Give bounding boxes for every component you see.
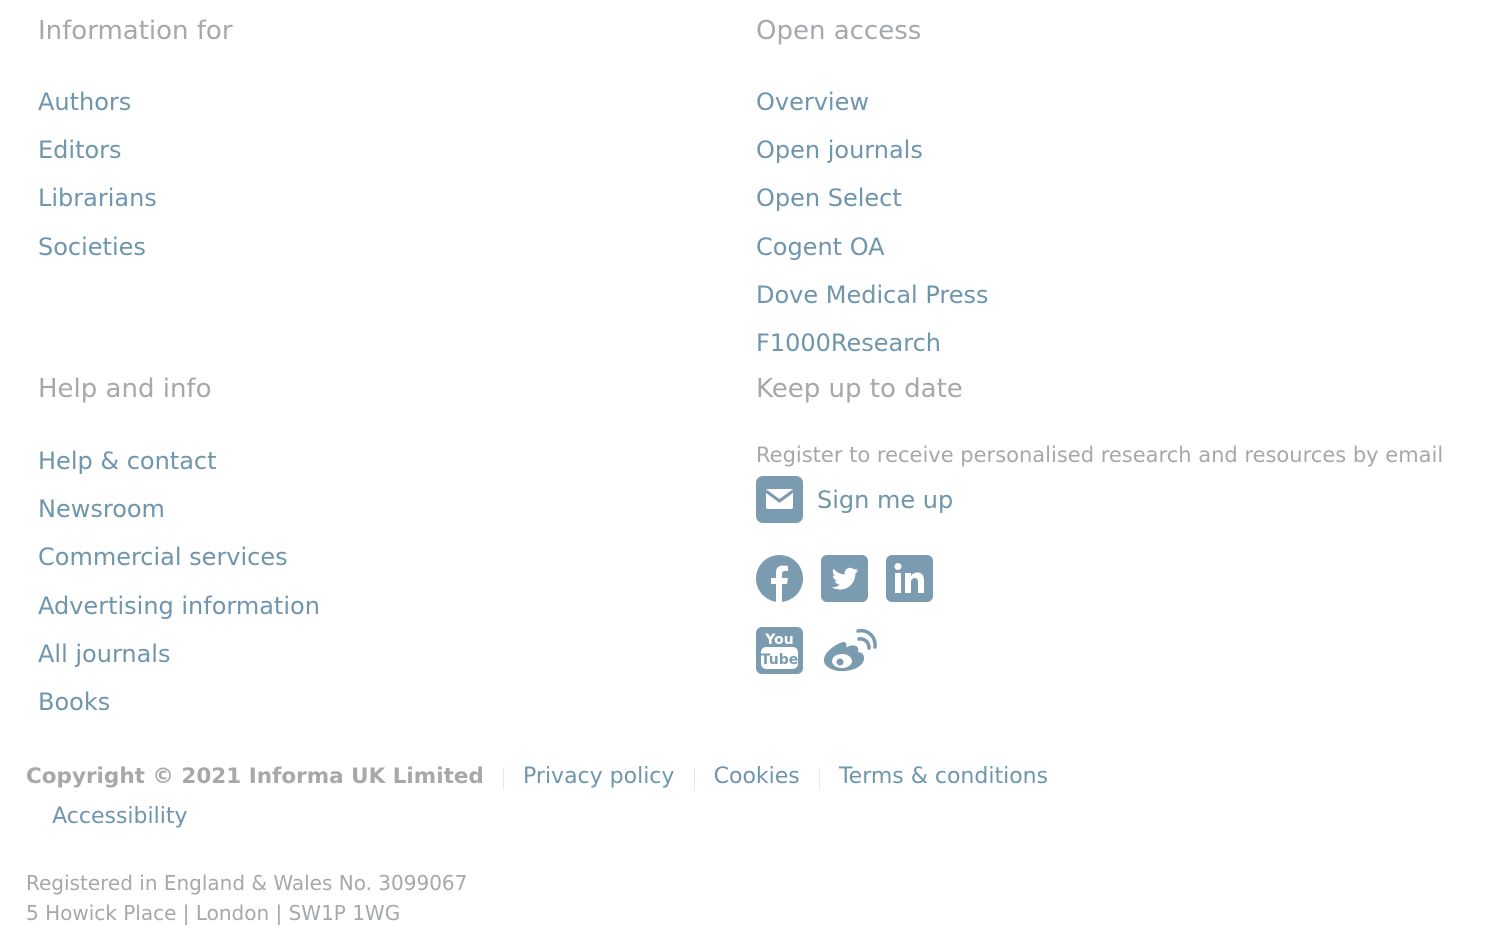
list-item: Help & contact <box>38 449 320 497</box>
divider <box>26 807 27 830</box>
f1000research-link[interactable]: F1000Research <box>756 329 941 357</box>
commercial-services-link[interactable]: Commercial services <box>38 543 288 571</box>
footer-links-row: Copyright © 2021 Informa UK Limited Priv… <box>26 764 1048 790</box>
privacy-policy-link[interactable]: Privacy policy <box>523 764 674 789</box>
editors-link[interactable]: Editors <box>38 136 122 164</box>
help-info-heading: Help and info <box>38 374 212 404</box>
help-info-list: Help & contact Newsroom Commercial servi… <box>38 449 320 738</box>
youtube-link[interactable]: You Tube <box>756 627 803 674</box>
divider <box>818 767 820 790</box>
all-journals-link[interactable]: All journals <box>38 640 170 668</box>
open-select-link[interactable]: Open Select <box>756 184 902 212</box>
list-item: Commercial services <box>38 545 320 593</box>
youtube-icon: You Tube <box>756 627 803 674</box>
open-access-heading: Open access <box>756 16 922 46</box>
weibo-icon <box>823 628 877 672</box>
registered-address: Registered in England & Wales No. 309906… <box>26 868 467 928</box>
list-item: Overview <box>756 90 989 138</box>
list-item: Open Select <box>756 186 989 234</box>
terms-conditions-link[interactable]: Terms & conditions <box>839 764 1048 789</box>
svg-text:You: You <box>764 632 793 648</box>
sign-me-up-link[interactable]: Sign me up <box>817 486 953 514</box>
linkedin-icon <box>886 555 933 602</box>
register-text: Register to receive personalised researc… <box>756 443 1444 467</box>
envelope-icon <box>756 476 803 523</box>
list-item: Dove Medical Press <box>756 283 989 331</box>
list-item: Societies <box>38 235 157 283</box>
list-item: Cogent OA <box>756 235 989 283</box>
librarians-link[interactable]: Librarians <box>38 184 157 212</box>
twitter-link[interactable] <box>821 555 868 602</box>
social-icons-row-1 <box>756 555 933 602</box>
twitter-icon <box>821 555 868 602</box>
list-item: All journals <box>38 642 320 690</box>
address-line-1: Registered in England & Wales No. 309906… <box>26 871 468 895</box>
open-access-list: Overview Open journals Open Select Cogen… <box>756 90 989 379</box>
list-item: Newsroom <box>38 497 320 545</box>
linkedin-link[interactable] <box>886 555 933 602</box>
list-item: Editors <box>38 138 157 186</box>
list-item: Open journals <box>756 138 989 186</box>
divider <box>502 767 504 790</box>
list-item: Advertising information <box>38 594 320 642</box>
footer-links-row-2: Accessibility <box>26 804 187 830</box>
cogent-oa-link[interactable]: Cogent OA <box>756 233 885 261</box>
list-item: Books <box>38 690 320 738</box>
svg-text:Tube: Tube <box>761 652 799 668</box>
sign-up-link[interactable]: Sign me up <box>756 476 953 523</box>
social-icons-row-2: You Tube <box>756 627 877 674</box>
list-item: Authors <box>38 90 157 138</box>
info-for-list: Authors Editors Librarians Societies <box>38 90 157 283</box>
address-line-2: 5 Howick Place | London | SW1P 1WG <box>26 901 401 925</box>
open-journals-link[interactable]: Open journals <box>756 136 923 164</box>
copyright-text: Copyright © 2021 Informa UK Limited <box>26 764 484 789</box>
cookies-link[interactable]: Cookies <box>714 764 800 789</box>
societies-link[interactable]: Societies <box>38 233 146 261</box>
overview-link[interactable]: Overview <box>756 88 869 116</box>
advertising-information-link[interactable]: Advertising information <box>38 592 320 620</box>
accessibility-link[interactable]: Accessibility <box>52 804 187 829</box>
keep-up-heading: Keep up to date <box>756 374 963 404</box>
newsroom-link[interactable]: Newsroom <box>38 495 165 523</box>
divider <box>693 767 695 790</box>
list-item: Librarians <box>38 186 157 234</box>
dove-medical-press-link[interactable]: Dove Medical Press <box>756 281 989 309</box>
info-for-heading: Information for <box>38 16 233 46</box>
books-link[interactable]: Books <box>38 688 110 716</box>
list-item: F1000Research <box>756 331 989 379</box>
weibo-link[interactable] <box>821 627 877 674</box>
authors-link[interactable]: Authors <box>38 88 131 116</box>
facebook-link[interactable] <box>756 555 803 602</box>
facebook-icon <box>756 555 803 602</box>
help-contact-link[interactable]: Help & contact <box>38 447 217 475</box>
